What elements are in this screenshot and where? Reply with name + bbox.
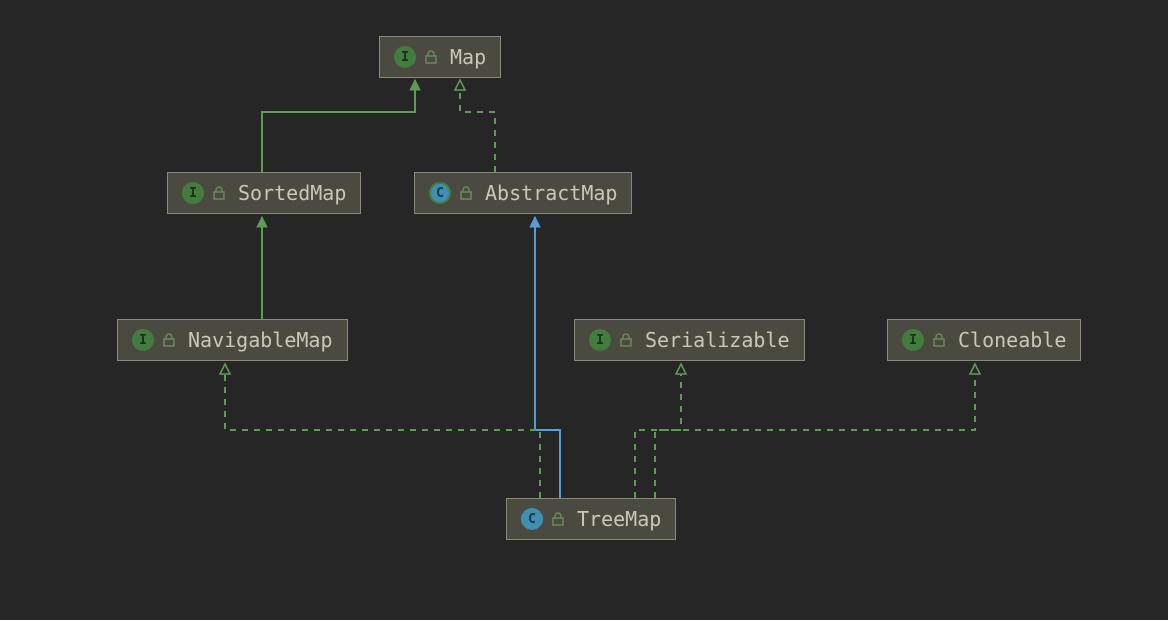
node-label: AbstractMap <box>485 181 617 205</box>
interface-badge-icon: I <box>132 329 154 351</box>
class-badge-icon: C <box>521 508 543 530</box>
node-sortedmap[interactable]: I SortedMap <box>167 172 361 214</box>
node-label: TreeMap <box>577 507 661 531</box>
edge-treemap-to-serializable <box>635 364 681 498</box>
node-label: Map <box>450 45 486 69</box>
node-abstractmap[interactable]: C AbstractMap <box>414 172 632 214</box>
lock-icon <box>424 50 438 64</box>
node-label: SortedMap <box>238 181 346 205</box>
interface-badge-icon: I <box>182 182 204 204</box>
lock-icon <box>551 512 565 526</box>
edge-abstractmap-to-map <box>460 80 495 172</box>
edge-treemap-to-abstractmap <box>535 217 560 498</box>
lock-icon <box>619 333 633 347</box>
node-label: Serializable <box>645 328 790 352</box>
lock-icon <box>162 333 176 347</box>
interface-badge-icon: I <box>902 329 924 351</box>
node-serializable[interactable]: I Serializable <box>574 319 805 361</box>
edge-treemap-to-cloneable <box>655 364 975 498</box>
class-badge-icon: C <box>429 182 451 204</box>
lock-icon <box>212 186 226 200</box>
edge-sortedmap-to-map <box>262 80 415 172</box>
node-navigablemap[interactable]: I NavigableMap <box>117 319 348 361</box>
node-label: NavigableMap <box>188 328 333 352</box>
interface-badge-icon: I <box>589 329 611 351</box>
lock-icon <box>932 333 946 347</box>
node-map[interactable]: I Map <box>379 36 501 78</box>
edge-treemap-to-navigablemap <box>225 364 540 498</box>
interface-badge-icon: I <box>394 46 416 68</box>
node-treemap[interactable]: C TreeMap <box>506 498 676 540</box>
node-cloneable[interactable]: I Cloneable <box>887 319 1081 361</box>
node-label: Cloneable <box>958 328 1066 352</box>
lock-icon <box>459 186 473 200</box>
diagram-canvas: I Map I SortedMap C AbstractMap I Naviga… <box>0 0 1168 620</box>
